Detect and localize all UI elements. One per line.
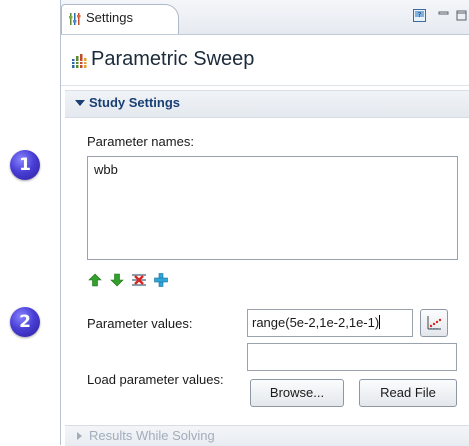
delete-icon[interactable]	[131, 272, 147, 288]
callout-badge-1: 1	[10, 150, 40, 180]
study-settings-label: Study Settings	[89, 95, 181, 110]
parameter-values-text: range(5e-2,1e-2,1e-1)	[252, 315, 380, 330]
help-icon[interactable]: ?	[412, 8, 428, 24]
browse-button[interactable]: Browse...	[250, 379, 344, 407]
maximize-icon[interactable]	[454, 8, 469, 24]
minimize-icon[interactable]	[436, 8, 452, 24]
results-while-solving-label: Results While Solving	[89, 428, 215, 443]
load-parameter-values-label: Load parameter values:	[87, 372, 224, 387]
tab-bar: Settings ?	[61, 0, 469, 35]
settings-panel: Settings ? Parametric Sweep Study Settin…	[60, 0, 469, 446]
study-settings-header[interactable]: Study Settings	[65, 90, 469, 118]
range-plot-button[interactable]	[420, 309, 448, 337]
page-title: Parametric Sweep	[91, 48, 255, 70]
svg-text:?: ?	[418, 11, 422, 19]
parameter-names-label: Parameter names:	[87, 134, 194, 149]
parameter-names-list[interactable]: wbb	[87, 156, 458, 260]
page-header: Parametric Sweep	[61, 35, 469, 86]
parametric-sweep-icon	[71, 54, 87, 68]
parameter-values-input[interactable]: range(5e-2,1e-2,1e-1)	[247, 309, 413, 337]
move-down-icon[interactable]	[109, 272, 125, 288]
move-up-icon[interactable]	[87, 272, 103, 288]
expand-arrow-icon	[75, 100, 85, 106]
collapsed-arrow-icon	[77, 432, 82, 440]
add-icon[interactable]	[153, 272, 169, 288]
results-while-solving-header[interactable]: Results While Solving	[65, 425, 469, 446]
range-plot-icon	[427, 316, 442, 330]
load-path-input[interactable]	[247, 343, 457, 371]
parameter-values-label: Parameter values:	[87, 316, 193, 331]
list-item[interactable]: wbb	[94, 162, 451, 177]
tab-settings[interactable]: Settings	[61, 4, 179, 34]
text-caret	[379, 315, 381, 329]
read-file-button[interactable]: Read File	[359, 379, 457, 407]
callout-badge-2: 2	[10, 307, 40, 337]
settings-sliders-icon	[69, 13, 81, 25]
tab-settings-label: Settings	[86, 10, 133, 25]
